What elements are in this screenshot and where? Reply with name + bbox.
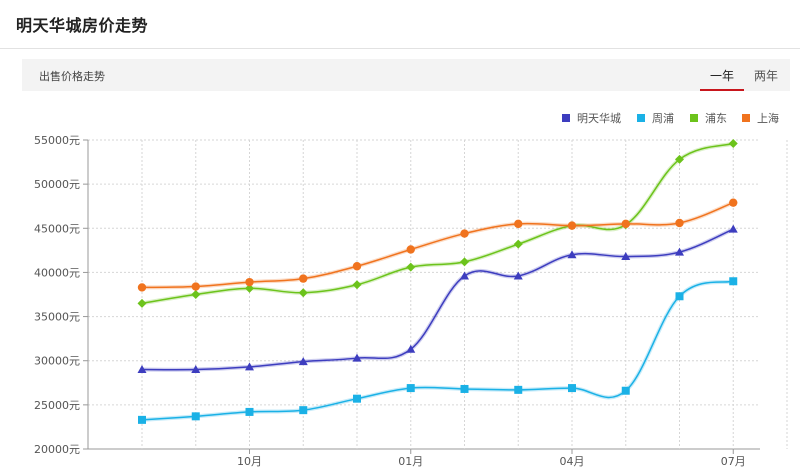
y-tick-label: 50000元 [34,178,80,191]
series-line-shadow [141,279,734,422]
data-point [245,407,254,416]
data-point [191,290,201,299]
data-point [299,274,308,283]
legend-swatch [690,114,698,122]
y-tick-label: 30000元 [34,355,80,368]
data-point [567,221,577,230]
data-point [621,386,630,395]
data-point [621,219,630,229]
data-point [729,277,738,286]
series-line [141,201,734,289]
data-point [138,415,146,424]
legend-swatch [742,114,750,122]
price-trend-chart: 20000元 25000元 30000元 35000元 40000元 45000元 5000… [34,111,788,468]
series-line [141,228,734,371]
x-tick-label: 10月 [237,455,262,468]
y-tick-label: 25000元 [34,399,80,412]
data-point [568,384,576,393]
data-point [191,412,200,421]
y-tick-label: 35000元 [34,311,80,324]
data-point [298,288,308,298]
legend-swatch [637,114,645,122]
data-point [299,406,308,415]
data-point [460,257,469,267]
legend-label[interactable]: 明天华城 [577,111,621,125]
legend-label[interactable]: 浦东 [705,112,727,125]
data-point [191,282,200,291]
data-point [406,245,415,254]
data-point [460,384,469,393]
data-point [353,394,361,403]
x-tick-label: 04月 [560,455,585,468]
data-point [675,218,684,228]
x-tick-label: 07月 [721,455,746,468]
data-point [137,298,147,308]
series-line [141,280,734,421]
data-point [514,385,523,394]
data-point [352,280,362,290]
data-point [352,262,362,271]
y-tick-label: 55000元 [34,134,80,147]
data-point [675,292,684,301]
y-tick-label: 45000元 [34,222,80,235]
data-point [406,262,416,272]
legend-label[interactable]: 周浦 [652,112,674,125]
series-line-shadow [141,227,735,372]
data-point [137,283,147,292]
data-point [245,277,254,287]
series-line-shadow [141,200,734,290]
y-tick-label: 40000元 [34,266,80,279]
data-point [406,384,415,393]
data-point [729,198,738,207]
legend-swatch [562,114,570,122]
x-tick-label: 01月 [398,455,423,468]
data-point [460,229,469,238]
y-tick-label: 20000元 [34,443,80,456]
legend-label[interactable]: 上海 [757,111,779,125]
data-point [514,219,523,229]
